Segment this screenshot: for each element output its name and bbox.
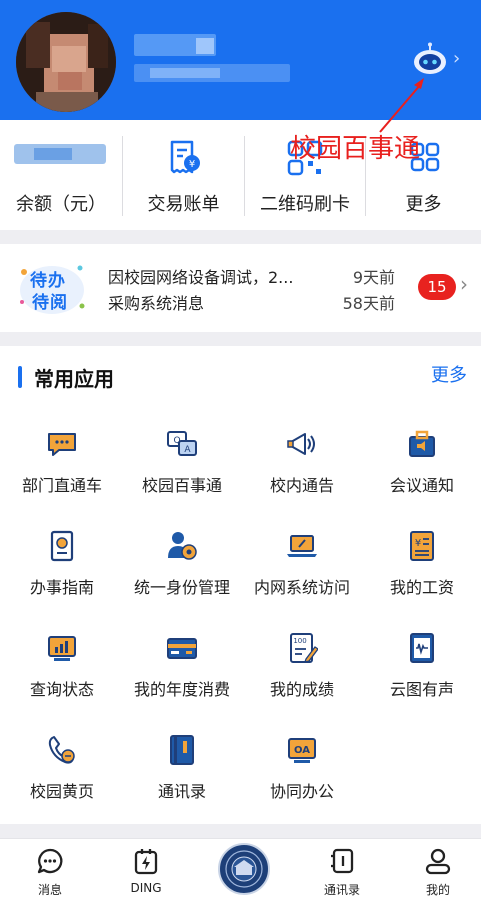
contacts-book-icon <box>170 735 194 765</box>
tab-ding[interactable]: DING <box>98 839 194 900</box>
app-tile[interactable]: 我的年度消费 <box>122 624 242 724</box>
app-label: 我的工资 <box>389 578 454 597</box>
svg-text:A: A <box>184 445 191 455</box>
qr-label: 二维码刷卡 <box>260 194 350 215</box>
message-icon <box>37 848 63 874</box>
contacts-icon <box>331 848 354 874</box>
bill-cell[interactable]: ¥ 交易账单 <box>123 120 244 230</box>
todo-panel[interactable]: 待办 待阅 因校园网络设备调试，2... 9天前 采购系统消息 58天前 15 … <box>0 244 481 332</box>
audio-book-icon <box>410 633 434 663</box>
guide-book-icon <box>50 530 74 562</box>
app-tile[interactable]: 校园黄页 <box>2 726 122 826</box>
profile-header[interactable]: › <box>0 0 481 120</box>
more-label: 更多 <box>405 194 442 215</box>
svg-text:¥: ¥ <box>415 538 421 549</box>
todo-logo-text-2: 待阅 <box>32 293 68 313</box>
bill-yuan-icon: ¥ <box>170 140 200 174</box>
app-label: 会议通知 <box>389 476 454 495</box>
app-label: 我的成绩 <box>269 680 334 699</box>
app-label: 统一身份管理 <box>133 578 230 597</box>
avatar[interactable] <box>16 12 116 112</box>
score-paper-icon: 100 <box>290 633 318 663</box>
profile-icon <box>425 848 451 875</box>
phone-icon <box>48 736 75 764</box>
app-label: 办事指南 <box>29 578 94 597</box>
app-tile[interactable]: OA 协同办公 <box>242 726 362 826</box>
app-tile[interactable]: 办事指南 <box>2 522 122 622</box>
app-label: 校内通告 <box>269 476 334 495</box>
app-label: 内网系统访问 <box>253 578 350 597</box>
app-label: 协同办公 <box>269 782 334 801</box>
unread-badge: 15 <box>418 274 456 300</box>
app-tile[interactable]: 查询状态 <box>2 624 122 724</box>
user-gear-icon <box>168 532 197 560</box>
app-tile[interactable]: 云图有声 <box>362 624 481 724</box>
app-tile[interactable]: ¥ 我的工资 <box>362 522 481 622</box>
common-apps-section: 常用应用 更多 部门直通车 Q A 校园百事通 校内通告 会议通知 办事指南 统… <box>0 346 481 824</box>
app-tile[interactable]: 内网系统访问 <box>242 522 362 622</box>
chat-bubble-icon <box>48 433 76 456</box>
annotation-label: 校园百事通 <box>290 134 421 164</box>
app-tile[interactable]: 校内通告 <box>242 420 362 520</box>
todo-item-time: 9天前 <box>352 268 395 287</box>
laptop-icon <box>287 535 317 557</box>
card-icon <box>167 638 197 659</box>
app-tile[interactable]: 100 我的成绩 <box>242 624 362 724</box>
tab-label: 消息 <box>37 883 62 897</box>
tab-profile[interactable]: 我的 <box>390 839 481 900</box>
app-label: 通讯录 <box>157 782 206 801</box>
app-tile[interactable]: 会议通知 <box>362 420 481 520</box>
app-tile[interactable]: 部门直通车 <box>2 420 122 520</box>
app-label: 部门直通车 <box>21 476 102 495</box>
todo-item-time: 58天前 <box>342 294 395 313</box>
ding-icon <box>134 849 158 875</box>
todo-logo: 待办 待阅 <box>16 258 90 318</box>
balance-value-blurred-part <box>34 148 72 160</box>
app-label: 校园黄页 <box>29 782 94 801</box>
chevron-right-icon[interactable]: › <box>453 48 460 69</box>
username-blurred-part <box>196 38 214 54</box>
oa-icon: OA <box>288 738 316 763</box>
app-label: 校园百事通 <box>141 476 222 495</box>
app-tile[interactable]: 统一身份管理 <box>122 522 242 622</box>
svg-text:100: 100 <box>293 637 306 645</box>
salary-doc-icon: ¥ <box>410 531 434 561</box>
section-title: 常用应用 <box>34 367 114 391</box>
app-tile[interactable]: 通讯录 <box>122 726 242 826</box>
tab-label: DING <box>130 881 162 895</box>
megaphone-icon <box>287 433 315 455</box>
bottom-tab-bar: 消息 DING 通讯录 我的 <box>0 838 481 900</box>
app-label: 我的年度消费 <box>133 680 230 699</box>
svg-text:¥: ¥ <box>189 159 195 170</box>
chart-monitor-icon <box>48 636 76 661</box>
section-accent-bar <box>18 366 22 388</box>
todo-item-title[interactable]: 因校园网络设备调试，2... <box>108 264 293 288</box>
tab-label: 通讯录 <box>323 883 360 897</box>
campus-logo-icon[interactable] <box>218 843 270 895</box>
balance-label: 余额（元） <box>16 194 106 215</box>
app-tile[interactable]: Q A 校园百事通 <box>122 420 242 520</box>
tab-contacts[interactable]: 通讯录 <box>294 839 390 900</box>
robot-assistant-icon[interactable] <box>412 42 448 76</box>
user-subtitle-blurred-part <box>150 68 220 78</box>
tab-label: 我的 <box>425 883 450 897</box>
section-more-link[interactable]: 更多 <box>431 361 467 387</box>
chevron-right-icon[interactable]: › <box>460 272 468 296</box>
briefcase-speaker-icon <box>409 430 435 457</box>
svg-text:OA: OA <box>294 745 310 756</box>
todo-item-title[interactable]: 采购系统消息 <box>108 290 204 314</box>
campus-seal <box>225 850 263 888</box>
bill-label: 交易账单 <box>147 194 220 215</box>
balance-cell[interactable]: 余额（元） <box>0 120 122 230</box>
tab-messages[interactable]: 消息 <box>2 839 98 900</box>
qa-icon: Q A <box>167 431 197 456</box>
app-label: 云图有声 <box>389 680 454 699</box>
app-label: 查询状态 <box>29 680 94 699</box>
